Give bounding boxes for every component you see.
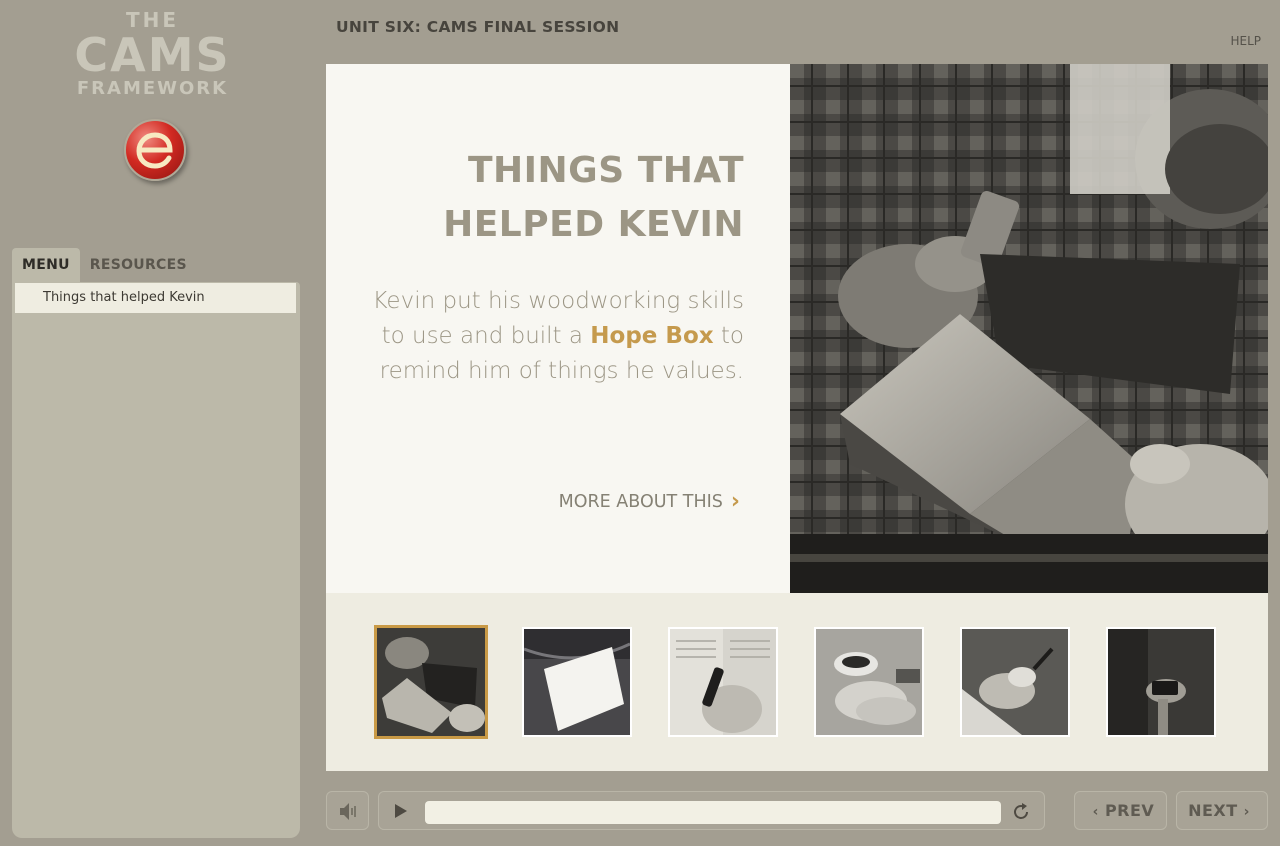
hope-box-highlight: Hope Box — [590, 323, 714, 349]
thumbnail-strip — [374, 625, 1252, 739]
progress-bar[interactable] — [425, 801, 1001, 824]
e-emblem-icon — [124, 119, 186, 181]
main-photo-woodworking — [790, 64, 1268, 593]
play-icon[interactable] — [393, 803, 409, 819]
thumbnail-hands-crafting[interactable] — [960, 627, 1070, 737]
tab-resources[interactable]: RESOURCES — [80, 248, 197, 282]
next-button[interactable]: NEXT › — [1176, 791, 1268, 830]
thumbnail-woodworking[interactable] — [374, 625, 488, 739]
heading-line-1: THINGS THAT — [467, 150, 744, 191]
body-text: Kevin put his woodworking skills to use … — [364, 284, 745, 389]
logo-line-cams: CAMS — [74, 28, 231, 82]
menu-item-things-that-helped-kevin[interactable]: Things that helped Kevin — [15, 283, 296, 313]
chevron-right-icon: › — [730, 489, 740, 514]
page-heading: THINGS THAT HELPED KEVIN — [384, 144, 744, 252]
chevron-left-icon: ‹ — [1092, 804, 1099, 820]
sidebar-tabs: MENU RESOURCES — [12, 248, 197, 282]
sidebar-panel: Things that helped Kevin — [12, 282, 300, 838]
thumbnail-writing-in-book[interactable] — [668, 627, 778, 737]
prev-button[interactable]: ‹ PREV — [1074, 791, 1167, 830]
audio-player — [378, 791, 1045, 830]
chevron-right-icon: › — [1243, 804, 1250, 820]
thumbnail-holding-hands-coffee[interactable] — [814, 627, 924, 737]
more-about-this-link[interactable]: MORE ABOUT THIS › — [559, 491, 740, 513]
logo-line-the: THE — [125, 8, 180, 32]
logo-line-framework: FRAMEWORK — [76, 78, 229, 99]
next-label: NEXT — [1188, 801, 1238, 820]
tab-menu[interactable]: MENU — [12, 248, 80, 282]
mute-button[interactable] — [326, 791, 369, 830]
content-card: THINGS THAT HELPED KEVIN Kevin put his w… — [326, 64, 1268, 771]
heading-line-2: HELPED KEVIN — [443, 204, 744, 245]
unit-title: UNIT SIX: CAMS FINAL SESSION — [336, 18, 620, 36]
prev-label: PREV — [1104, 801, 1155, 820]
more-about-this-label: MORE ABOUT THIS — [558, 492, 723, 512]
replay-icon[interactable] — [1010, 801, 1032, 823]
speaker-icon — [340, 803, 356, 820]
cams-framework-logo: THE CAMS FRAMEWORK — [60, 10, 245, 98]
help-link[interactable]: HELP — [1230, 34, 1261, 48]
thumbnail-holding-phone[interactable] — [1106, 627, 1216, 737]
text-panel: THINGS THAT HELPED KEVIN Kevin put his w… — [326, 64, 790, 593]
thumbnail-card-in-pocket[interactable] — [522, 627, 632, 737]
